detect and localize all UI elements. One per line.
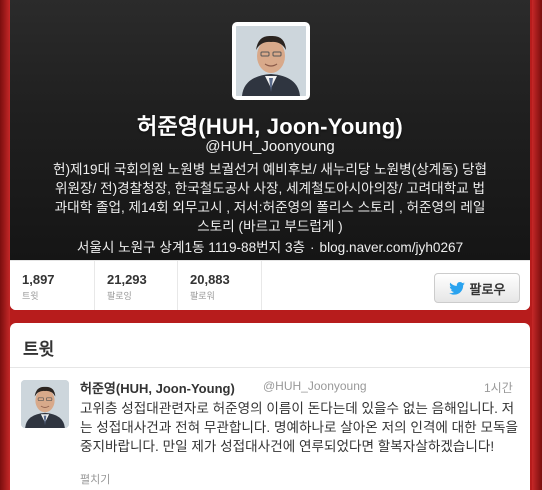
stats-bar: 1,897 트윗 21,293 팔로잉 20,883 팔로워 팔로우 (10, 260, 530, 310)
tweet-item[interactable]: 허준영(HUH, Joon-Young) @HUH_Joonyoung 1시간 … (10, 369, 530, 490)
tweet-text: 고위층 성접대관련자로 허준영의 이름이 돈다는데 있을수 없는 음해입니다. … (80, 401, 518, 454)
following-count: 21,293 (107, 272, 147, 287)
follow-button-label: 팔로우 (469, 281, 506, 297)
profile-avatar[interactable] (232, 22, 310, 100)
profile-card: 허준영(HUH, Joon-Young) @HUH_Joonyoung 헌)제1… (10, 0, 530, 310)
tweet-author-handle[interactable]: @HUH_Joonyoung (263, 379, 367, 393)
profile-header: 허준영(HUH, Joon-Young) @HUH_Joonyoung 헌)제1… (10, 0, 530, 260)
profile-name: 허준영(HUH, Joon-Young) (137, 114, 403, 139)
location-separator: · (310, 240, 315, 255)
followers-count-label: 팔로워 (190, 291, 215, 301)
tweets-count-label: 트윗 (22, 291, 39, 301)
followers-count-stat[interactable]: 20,883 팔로워 (178, 261, 262, 310)
tweets-count-stat[interactable]: 1,897 트윗 (10, 261, 95, 310)
following-count-stat[interactable]: 21,293 팔로잉 (95, 261, 178, 310)
profile-location-line: 서울시 노원구 상계1동 1119-88번지 3층 · blog.naver.com… (10, 236, 530, 256)
profile-bio: 헌)제19대 국회의원 노원병 보궐선거 예비후보/ 새누리당 노원병(상계동)… (52, 162, 488, 234)
profile-url-link[interactable]: blog.naver.com/jyh0267 (320, 240, 464, 255)
person-photo-icon (21, 380, 69, 428)
tweet-expand-link[interactable]: 펼치기 (80, 471, 110, 487)
followers-count: 20,883 (190, 272, 230, 287)
background-left-strip (0, 0, 10, 490)
follow-button[interactable]: 팔로우 (434, 273, 520, 303)
timeline-title: 트윗 (10, 323, 530, 368)
tweets-count: 1,897 (22, 272, 55, 287)
twitter-bird-icon (448, 281, 465, 295)
person-photo-icon (236, 26, 306, 96)
following-count-label: 팔로잉 (107, 291, 132, 301)
tweets-timeline: 트윗 허준영(HUH, Joon-Young) @HUH_Joonyoung 1… (10, 323, 530, 490)
background-right-strip (532, 0, 542, 490)
tweet-avatar[interactable] (21, 380, 69, 428)
profile-handle: @HUH_Joonyoung (205, 138, 335, 155)
tweet-author-name[interactable]: 허준영(HUH, Joon-Young) (80, 378, 235, 397)
profile-location: 서울시 노원구 상계1동 1119-88번지 3층 (76, 240, 306, 255)
tweet-timestamp[interactable]: 1시간 (484, 379, 513, 396)
